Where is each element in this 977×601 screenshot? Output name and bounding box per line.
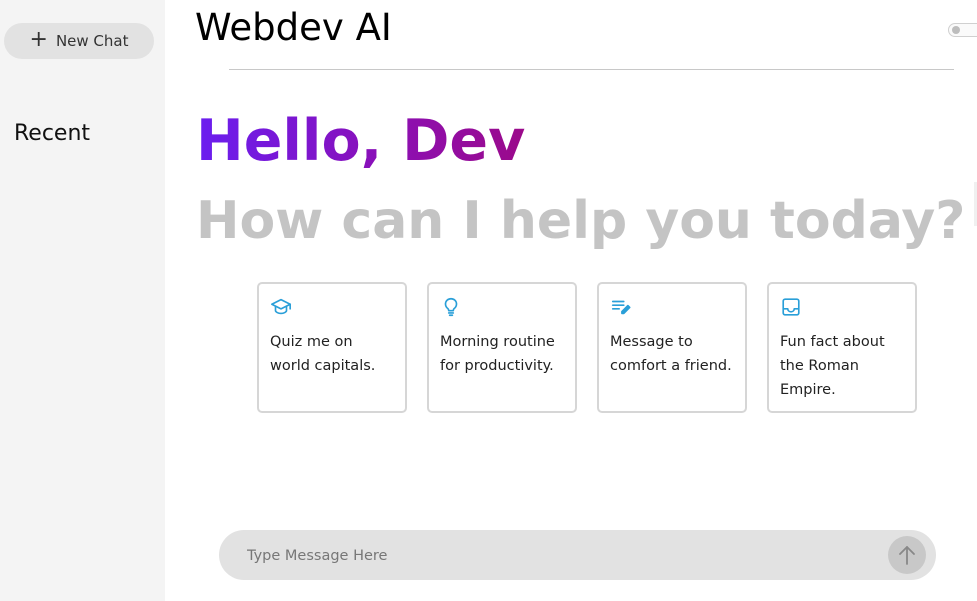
app-root: + New Chat Recent Webdev AI Hello, Dev H…: [0, 0, 977, 601]
message-input[interactable]: [245, 530, 869, 582]
suggestion-card-fun-fact[interactable]: Fun fact about the Roman Empire.: [767, 282, 917, 413]
suggestion-card-text: Morning routine for productivity.: [440, 334, 555, 374]
recent-heading: Recent: [14, 121, 91, 146]
suggestion-card-message[interactable]: Message to comfort a friend.: [597, 282, 747, 413]
greeting-hello: Hello, Dev: [196, 108, 526, 174]
send-button[interactable]: [888, 536, 926, 574]
new-chat-button[interactable]: + New Chat: [4, 23, 154, 59]
inbox-icon: [782, 298, 800, 316]
sidebar: + New Chat Recent: [0, 0, 165, 601]
suggestion-card-routine[interactable]: Morning routine for productivity.: [427, 282, 577, 413]
app-title: Webdev AI: [195, 6, 392, 49]
message-composer: [219, 530, 936, 582]
greeting-subtitle: How can I help you today?: [196, 191, 966, 251]
suggestion-card-text: Quiz me on world capitals.: [270, 334, 376, 374]
suggestion-cards: Quiz me on world capitals. Morning routi…: [257, 282, 917, 413]
graduation-cap-icon: [271, 298, 291, 315]
suggestion-card-quiz[interactable]: Quiz me on world capitals.: [257, 282, 407, 413]
theme-toggle[interactable]: [948, 23, 977, 37]
new-chat-label: New Chat: [55, 32, 129, 50]
lightbulb-icon: [444, 297, 458, 317]
header-divider: [229, 69, 954, 70]
suggestion-card-text: Message to comfort a friend.: [610, 334, 732, 374]
plus-icon: +: [29, 27, 48, 52]
toggle-knob: [952, 26, 960, 34]
arrow-up-icon: [899, 546, 915, 565]
suggestion-card-text: Fun fact about the Roman Empire.: [780, 334, 885, 398]
edit-note-icon: [611, 300, 631, 315]
